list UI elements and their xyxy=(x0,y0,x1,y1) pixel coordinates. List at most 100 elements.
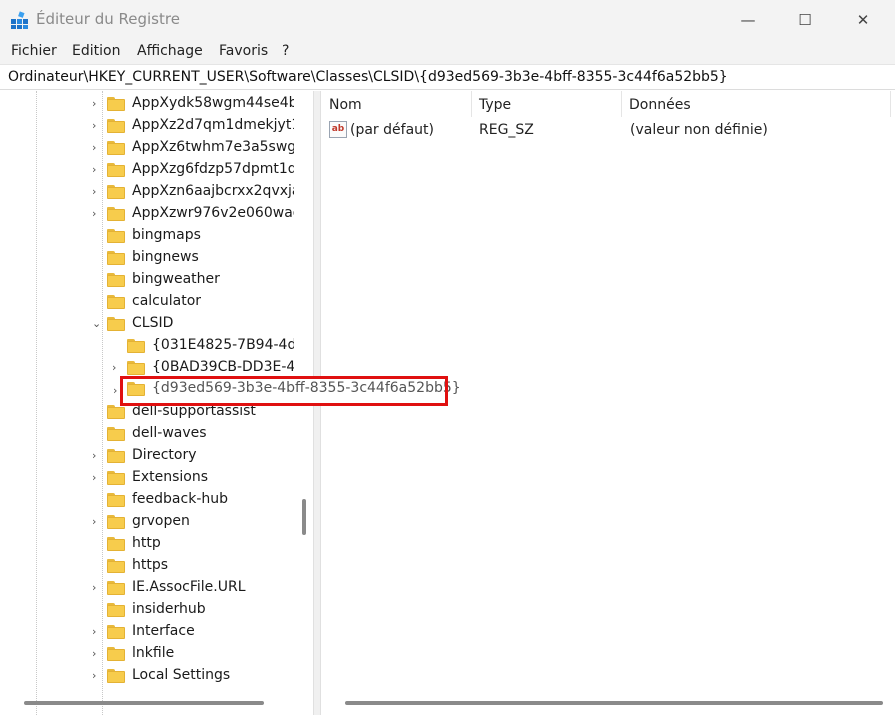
tree-node[interactable]: dell-waves xyxy=(4,423,294,445)
tree-node-label: grvopen xyxy=(132,513,190,529)
folder-icon xyxy=(107,559,125,573)
tree-node-label: AppXz6twhm7e3a5swgr xyxy=(132,139,294,155)
tree-node-label: AppXzn6aajbcrxx2qvxjav xyxy=(132,183,294,199)
folder-icon xyxy=(107,625,125,639)
folder-icon xyxy=(107,647,125,661)
tree-node[interactable]: › AppXydk58wgm44se4b3 xyxy=(4,93,294,115)
tree-node[interactable]: feedback-hub xyxy=(4,489,294,511)
tree-node[interactable]: › AppXz6twhm7e3a5swgr xyxy=(4,137,294,159)
chevron-right-icon[interactable]: › xyxy=(92,472,102,484)
value-name: (par défaut) xyxy=(350,122,434,138)
folder-icon xyxy=(107,229,125,243)
tree-node[interactable]: › AppXzn6aajbcrxx2qvxjav xyxy=(4,181,294,203)
tree-node[interactable]: › AppXzwr976v2e060wada xyxy=(4,203,294,225)
tree-node-label: AppXzwr976v2e060wada xyxy=(132,205,294,221)
tree-node[interactable]: calculator xyxy=(4,291,294,313)
folder-icon xyxy=(107,141,125,155)
tree-node-label: dell-waves xyxy=(132,425,207,441)
tree-node[interactable]: http xyxy=(4,533,294,555)
tree-node[interactable]: ⌄ CLSID xyxy=(4,313,294,335)
tree-node[interactable]: bingnews xyxy=(4,247,294,269)
folder-icon xyxy=(107,537,125,551)
folder-icon xyxy=(107,251,125,265)
folder-icon xyxy=(107,515,125,529)
chevron-right-icon[interactable]: › xyxy=(92,670,102,682)
folder-icon xyxy=(107,405,125,419)
value-type: REG_SZ xyxy=(479,122,534,138)
tree-node[interactable]: › Extensions xyxy=(4,467,294,489)
tree-node[interactable]: {031E4825-7B94-4dc3 xyxy=(4,335,294,357)
tree-node[interactable]: › lnkfile xyxy=(4,643,294,665)
chevron-right-icon[interactable]: › xyxy=(92,626,102,638)
tree-node[interactable]: › AppXz2d7qm1dmekjyt1 xyxy=(4,115,294,137)
tree-node-label: lnkfile xyxy=(132,645,175,661)
folder-icon xyxy=(107,317,125,331)
tree-node-label: Interface xyxy=(132,623,195,639)
folder-icon xyxy=(107,97,125,111)
minimize-button[interactable]: — xyxy=(720,0,776,40)
maximize-icon: ☐ xyxy=(798,11,812,29)
chevron-right-icon[interactable]: › xyxy=(112,362,122,374)
folder-icon xyxy=(107,273,125,287)
tree-node[interactable]: https xyxy=(4,555,294,577)
tree-node-label: bingmaps xyxy=(132,227,201,243)
red-highlight-box xyxy=(120,376,448,406)
value-row[interactable]: ab (par défaut) REG_SZ (valeur non défin… xyxy=(321,119,895,141)
close-button[interactable]: ✕ xyxy=(835,0,891,40)
maximize-button[interactable]: ☐ xyxy=(777,0,833,40)
address-bar[interactable]: Ordinateur\HKEY_CURRENT_USER\Software\Cl… xyxy=(0,64,895,90)
chevron-right-icon[interactable]: › xyxy=(92,186,102,198)
values-horizontal-scrollbar[interactable] xyxy=(345,701,883,705)
chevron-right-icon[interactable]: › xyxy=(92,516,102,528)
column-header-nom[interactable]: Nom xyxy=(321,91,471,117)
close-icon: ✕ xyxy=(856,11,870,29)
folder-icon xyxy=(107,427,125,441)
tree-node[interactable]: › Interface xyxy=(4,621,294,643)
tree-node-label: calculator xyxy=(132,293,202,309)
address-path[interactable]: Ordinateur\HKEY_CURRENT_USER\Software\Cl… xyxy=(8,69,728,85)
tree-node[interactable]: › Directory xyxy=(4,445,294,467)
tree-vertical-scrollbar[interactable] xyxy=(302,499,306,535)
tree-node-label: insiderhub xyxy=(132,601,206,617)
tree-node[interactable]: › IE.AssocFile.URL xyxy=(4,577,294,599)
chevron-right-icon[interactable]: › xyxy=(92,98,102,110)
tree-node[interactable]: › Local Settings xyxy=(4,665,294,687)
chevron-right-icon[interactable]: › xyxy=(92,450,102,462)
folder-icon xyxy=(127,361,145,375)
folder-icon xyxy=(127,339,145,353)
folder-icon xyxy=(107,163,125,177)
tree-node-label: https xyxy=(132,557,169,573)
column-header-donnees[interactable]: Données xyxy=(621,91,821,117)
tree-node-label: CLSID xyxy=(132,315,174,331)
menu-affichage[interactable]: Affichage xyxy=(137,43,203,59)
folder-icon xyxy=(107,449,125,463)
menu-help[interactable]: ? xyxy=(282,43,289,59)
folder-icon xyxy=(107,471,125,485)
tree-node[interactable]: bingmaps xyxy=(4,225,294,247)
folder-icon xyxy=(107,581,125,595)
menu-edition[interactable]: Edition xyxy=(72,43,120,59)
chevron-right-icon[interactable]: › xyxy=(92,142,102,154)
tree-node[interactable]: › AppXzg6fdzp57dpmt1d xyxy=(4,159,294,181)
chevron-right-icon[interactable]: › xyxy=(92,648,102,660)
tree-horizontal-scrollbar[interactable] xyxy=(24,701,264,705)
chevron-right-icon[interactable]: › xyxy=(113,384,117,397)
string-value-icon: ab xyxy=(329,121,347,138)
chevron-right-icon[interactable]: › xyxy=(92,164,102,176)
folder-icon xyxy=(107,185,125,199)
minimize-icon: — xyxy=(740,11,756,29)
menu-fichier[interactable]: Fichier xyxy=(11,43,57,59)
tree-node[interactable]: bingweather xyxy=(4,269,294,291)
chevron-right-icon[interactable]: › xyxy=(92,582,102,594)
tree-node[interactable]: › grvopen xyxy=(4,511,294,533)
chevron-right-icon[interactable]: › xyxy=(92,120,102,132)
folder-icon xyxy=(107,207,125,221)
column-header-type[interactable]: Type xyxy=(471,91,621,117)
tree-node-label: Extensions xyxy=(132,469,209,485)
column-divider[interactable] xyxy=(890,91,891,117)
chevron-right-icon[interactable]: › xyxy=(92,208,102,220)
tree-node[interactable]: insiderhub xyxy=(4,599,294,621)
window-title: Éditeur du Registre xyxy=(36,10,180,28)
menu-favoris[interactable]: Favoris xyxy=(219,43,268,59)
chevron-down-icon[interactable]: ⌄ xyxy=(92,318,102,330)
